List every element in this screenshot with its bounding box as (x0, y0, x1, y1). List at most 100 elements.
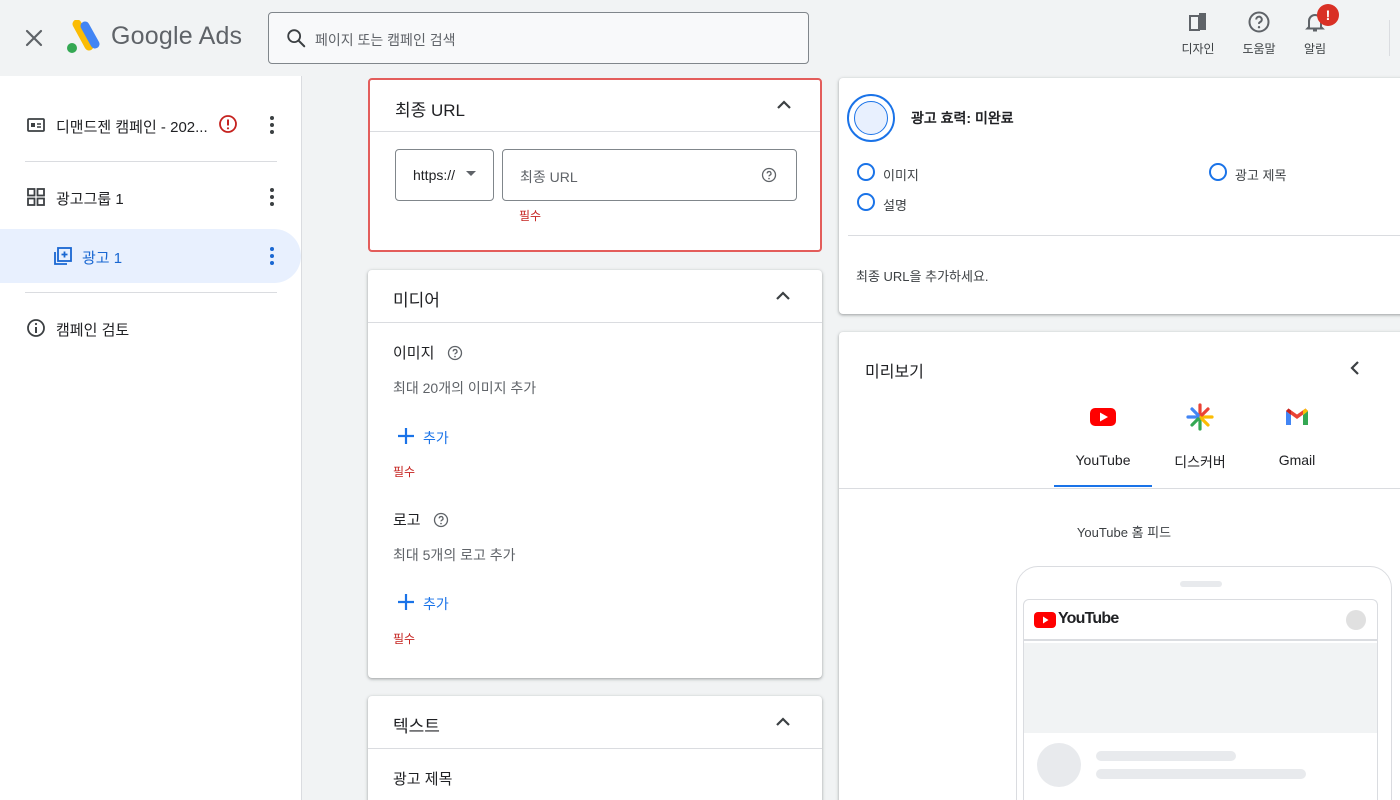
add-logo-label: 추가 (423, 596, 449, 612)
tab-discover[interactable]: 디스커버 (1152, 402, 1248, 488)
sidebar-divider (25, 292, 277, 293)
more-vert-icon[interactable] (262, 185, 282, 209)
discover-icon (1186, 403, 1214, 431)
search-input[interactable]: 페이지 또는 캠페인 검색 (268, 12, 809, 64)
headline-label: 광고 제목 (393, 771, 453, 788)
notifications-button[interactable]: 알림 ! (1285, 4, 1345, 66)
ad-strength-card: 광고 효력: 미완료 이미지 광고 제목 설명 최종 URL을 추가하세요. (839, 78, 1400, 314)
design-label: 디자인 (1181, 42, 1215, 56)
plus-icon (398, 594, 414, 610)
sidebar: 디맨드젠 캠페인 - 202... 광고그룹 1 광고 1 캠페인 검토 (0, 76, 302, 800)
help-icon (1248, 11, 1270, 33)
phone-screen: YouTube (1023, 599, 1378, 800)
sidebar-item-label: 광고그룹 1 (56, 191, 124, 208)
phone-mockup: YouTube (1016, 566, 1392, 800)
close-icon[interactable] (22, 26, 46, 50)
active-tab-indicator (1054, 485, 1152, 487)
brand-name: Google Ads (111, 22, 243, 50)
help-icon[interactable] (761, 167, 777, 183)
phone-speaker (1180, 581, 1222, 587)
search-placeholder: 페이지 또는 캠페인 검색 (315, 32, 456, 48)
dropdown-arrow-icon (466, 171, 476, 176)
help-icon[interactable] (447, 345, 463, 361)
card-divider (368, 748, 822, 749)
youtube-wordmark: YouTube (1058, 610, 1119, 627)
ad-strength-title: 광고 효력: 미완료 (911, 110, 1014, 126)
avatar (1346, 610, 1366, 630)
ad-strength-indicator (847, 94, 895, 142)
sidebar-item-ad[interactable]: 광고 1 (0, 229, 301, 283)
chevron-up-icon[interactable] (771, 284, 795, 308)
youtube-logo-icon (1034, 612, 1056, 628)
card-divider (848, 235, 1400, 236)
final-url-placeholder: 최종 URL (520, 169, 578, 185)
circle-icon (1209, 163, 1227, 181)
sidebar-divider (25, 161, 277, 162)
video-thumbnail-placeholder (1024, 643, 1377, 733)
sidebar-item-ad-group[interactable]: 광고그룹 1 (0, 170, 301, 224)
media-card: 미디어 이미지 최대 20개의 이미지 추가 추가 필수 로고 최대 5개의 로… (368, 270, 822, 678)
sidebar-item-label: 광고 1 (82, 250, 123, 267)
required-text: 필수 (393, 632, 416, 646)
protocol-select[interactable]: https:// (395, 149, 494, 201)
tab-label: 디스커버 (1174, 454, 1226, 470)
sidebar-item-campaign[interactable]: 디맨드젠 캠페인 - 202... (0, 98, 301, 152)
info-icon (27, 319, 45, 337)
ad-strength-note: 최종 URL을 추가하세요. (856, 269, 989, 284)
final-url-input[interactable]: 최종 URL (502, 149, 797, 201)
logo-hint: 최대 5개의 로고 추가 (393, 547, 516, 563)
plus-icon (398, 428, 414, 444)
notification-badge: ! (1317, 4, 1339, 26)
help-label: 도움말 (1242, 42, 1276, 56)
chevron-up-icon[interactable] (772, 93, 796, 117)
gmail-icon (1286, 408, 1308, 425)
ad-group-icon (27, 188, 45, 206)
image-label: 이미지 (393, 345, 435, 362)
search-icon (287, 29, 306, 48)
ad-icon (54, 247, 72, 265)
help-button[interactable]: 도움말 (1229, 10, 1289, 66)
google-ads-logo-icon (64, 19, 100, 56)
preview-card: 미리보기 YouTube 디스커버 Gmail YouTube 홈 피드 You… (839, 332, 1400, 800)
card-title: 미디어 (393, 291, 440, 310)
required-text: 필수 (519, 209, 542, 223)
card-divider (368, 322, 822, 323)
image-hint: 최대 20개의 이미지 추가 (393, 380, 537, 396)
chevron-up-icon[interactable] (771, 710, 795, 734)
tab-youtube[interactable]: YouTube (1055, 402, 1151, 488)
card-title: 최종 URL (395, 101, 466, 120)
text-card: 텍스트 광고 제목 (368, 696, 822, 800)
sidebar-item-label: 디맨드젠 캠페인 - 202... (56, 119, 208, 136)
campaign-icon (27, 118, 45, 132)
chevron-left-icon[interactable] (1343, 356, 1367, 380)
youtube-app-bar: YouTube (1024, 600, 1377, 641)
design-icon (1189, 13, 1206, 31)
logo-section-label: 로고 (393, 509, 449, 530)
help-icon[interactable] (433, 512, 449, 528)
protocol-value: https:// (413, 167, 456, 183)
header-divider (1389, 20, 1390, 56)
preview-title: 미리보기 (865, 364, 924, 381)
card-title: 텍스트 (393, 717, 440, 736)
tab-label: YouTube (1075, 452, 1131, 468)
final-url-card: 최종 URL https:// 최종 URL 필수 (368, 78, 822, 252)
preview-feed-label: YouTube 홈 피드 (1076, 525, 1172, 540)
youtube-icon (1090, 408, 1116, 426)
sidebar-item-campaign-review[interactable]: 캠페인 검토 (0, 301, 301, 355)
image-section-label: 이미지 (393, 342, 463, 363)
card-divider (370, 131, 820, 132)
notifications-label: 알림 (1303, 42, 1327, 56)
tabs-divider (839, 488, 1400, 489)
channel-avatar-placeholder (1037, 743, 1081, 787)
logo-label: 로고 (393, 512, 421, 529)
title-placeholder (1096, 751, 1236, 761)
circle-icon (857, 193, 875, 211)
tab-gmail[interactable]: Gmail (1249, 402, 1345, 488)
required-text: 필수 (393, 465, 416, 479)
more-vert-icon[interactable] (262, 244, 282, 268)
tab-label: Gmail (1278, 452, 1316, 468)
add-image-label: 추가 (423, 430, 449, 446)
subtitle-placeholder (1096, 769, 1306, 779)
design-button[interactable]: 디자인 (1168, 10, 1228, 66)
more-vert-icon[interactable] (262, 113, 282, 137)
